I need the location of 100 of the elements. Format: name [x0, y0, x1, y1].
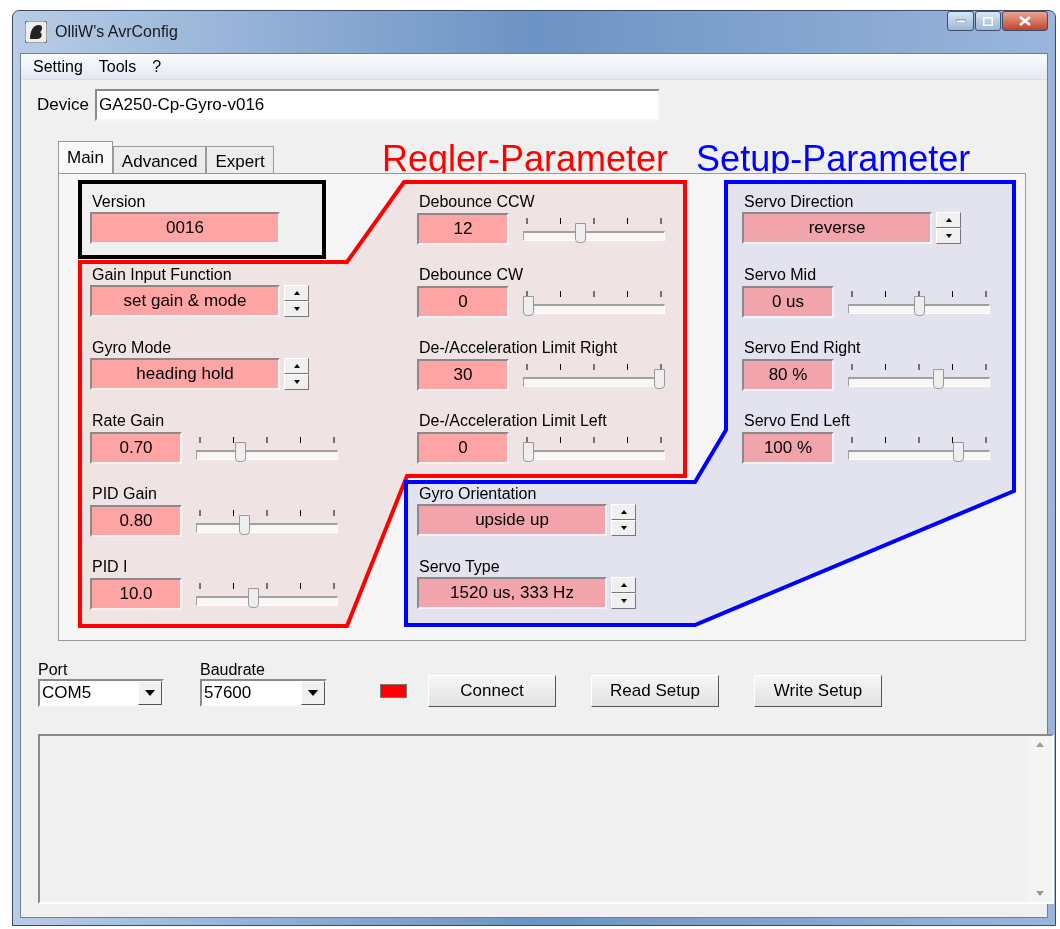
slider[interactable] — [848, 296, 990, 316]
slider-thumb[interactable] — [523, 442, 534, 462]
value-field[interactable]: 0.80 — [90, 505, 182, 537]
triangle-up-icon — [620, 510, 627, 514]
slider-thumb[interactable] — [952, 442, 964, 462]
value-field[interactable]: 100 % — [742, 432, 834, 464]
device-label: Device — [37, 94, 89, 117]
value-field[interactable]: reverse — [742, 212, 932, 244]
action-button[interactable]: Write Setup — [754, 675, 882, 707]
spin-down-button[interactable] — [936, 228, 961, 244]
tab[interactable]: Expert — [206, 146, 274, 173]
triangle-down-icon — [620, 599, 627, 603]
value-field: 0016 — [90, 212, 280, 244]
value-field[interactable]: 0 — [417, 432, 509, 464]
field-label: Servo Type — [419, 557, 501, 577]
triangle-down-icon — [293, 380, 300, 384]
app-icon — [25, 21, 47, 43]
value-field[interactable]: 10.0 — [90, 578, 182, 610]
triangle-up-icon — [293, 291, 300, 295]
slider[interactable] — [848, 369, 990, 389]
slider[interactable] — [523, 442, 665, 462]
annotation-heading: Setup-Parameter — [696, 139, 971, 179]
value-field[interactable]: 1520 us, 333 Hz — [417, 577, 607, 609]
triangle-up-icon — [293, 364, 300, 368]
menu-item[interactable]: ? — [152, 54, 162, 79]
tab[interactable]: Main — [58, 141, 113, 174]
menu-item[interactable]: Setting — [33, 54, 83, 79]
slider[interactable] — [523, 296, 665, 316]
field-label: PID Gain — [92, 484, 158, 504]
value-field[interactable]: 0.70 — [90, 432, 182, 464]
slider-thumb[interactable] — [248, 588, 260, 608]
spin-up-button[interactable] — [611, 577, 636, 593]
slider[interactable] — [523, 223, 665, 243]
value-field[interactable]: set gain & mode — [90, 285, 280, 317]
field-label: Rate Gain — [92, 411, 166, 431]
dropdown[interactable]: COM5 — [38, 679, 164, 707]
value-field[interactable]: 30 — [417, 359, 509, 391]
field-label: De-/Acceleration Limit Left — [419, 411, 608, 431]
spin-down-button[interactable] — [284, 301, 309, 317]
slider[interactable] — [196, 442, 338, 462]
slider[interactable] — [196, 515, 338, 535]
field-label: Servo End Left — [744, 411, 851, 431]
caret-down-icon — [145, 690, 155, 696]
field-label: Gain Input Function — [92, 265, 233, 285]
triangle-up-icon — [620, 583, 627, 587]
spin-up-button[interactable] — [284, 285, 309, 301]
field-label: Port — [38, 661, 69, 679]
maximize-icon — [983, 16, 993, 26]
value-field[interactable]: 0 us — [742, 286, 834, 318]
value-field[interactable]: 0 — [417, 286, 509, 318]
spin-down-button[interactable] — [611, 593, 636, 609]
slider-thumb[interactable] — [235, 442, 247, 462]
value-field[interactable]: upside up — [417, 504, 607, 536]
dropdown-arrow-button[interactable] — [138, 681, 162, 705]
slider-thumb[interactable] — [239, 515, 251, 535]
spin-up-button[interactable] — [611, 504, 636, 520]
triangle-down-icon — [945, 234, 952, 238]
slider[interactable] — [196, 588, 338, 608]
field-label: Version — [92, 192, 147, 212]
field-label: Gyro Mode — [92, 338, 173, 358]
value-field[interactable]: heading hold — [90, 358, 280, 390]
spin-down-button[interactable] — [611, 520, 636, 536]
minimize-icon — [955, 19, 966, 23]
scrollbar[interactable] — [1028, 736, 1052, 902]
spin-down-button[interactable] — [284, 374, 309, 390]
field-label: Servo Direction — [744, 192, 855, 212]
device-field[interactable]: GA250-Cp-Gyro-v016 — [94, 89, 660, 121]
field-label: Debounce CW — [419, 265, 525, 285]
spin-up-button[interactable] — [284, 358, 309, 374]
dropdown-value: COM5 — [41, 682, 93, 705]
caret-down-icon — [308, 690, 318, 696]
tab[interactable]: Advanced — [112, 146, 207, 173]
spin-up-button[interactable] — [936, 212, 961, 228]
maximize-button[interactable] — [975, 11, 1001, 31]
dropdown-arrow-button[interactable] — [301, 681, 325, 705]
annotation-heading: Regler-Parameter — [382, 139, 669, 179]
field-label: Servo End Right — [744, 338, 862, 358]
field-label: PID I — [92, 557, 129, 577]
action-button[interactable]: Read Setup — [591, 675, 719, 707]
close-icon — [1019, 16, 1031, 26]
close-button[interactable] — [1002, 11, 1048, 31]
triangle-up-icon — [945, 218, 952, 222]
field-label: Gyro Orientation — [419, 484, 538, 504]
slider-thumb[interactable] — [575, 223, 587, 243]
value-field[interactable]: 80 % — [742, 359, 834, 391]
action-button[interactable]: Connect — [428, 675, 556, 707]
slider-thumb[interactable] — [523, 296, 534, 316]
menu-item[interactable]: Tools — [98, 54, 137, 79]
minimize-button[interactable] — [947, 11, 974, 31]
field-label: Baudrate — [200, 661, 266, 679]
scroll-down-icon — [1036, 891, 1044, 896]
slider[interactable] — [848, 442, 990, 462]
slider-thumb[interactable] — [654, 369, 665, 389]
slider-thumb[interactable] — [933, 369, 945, 389]
value-field[interactable]: 12 — [417, 213, 509, 245]
triangle-down-icon — [293, 307, 300, 311]
slider-thumb[interactable] — [913, 296, 925, 316]
dropdown[interactable]: 57600 — [200, 679, 327, 707]
slider[interactable] — [523, 369, 665, 389]
field-label: De-/Acceleration Limit Right — [419, 338, 619, 358]
